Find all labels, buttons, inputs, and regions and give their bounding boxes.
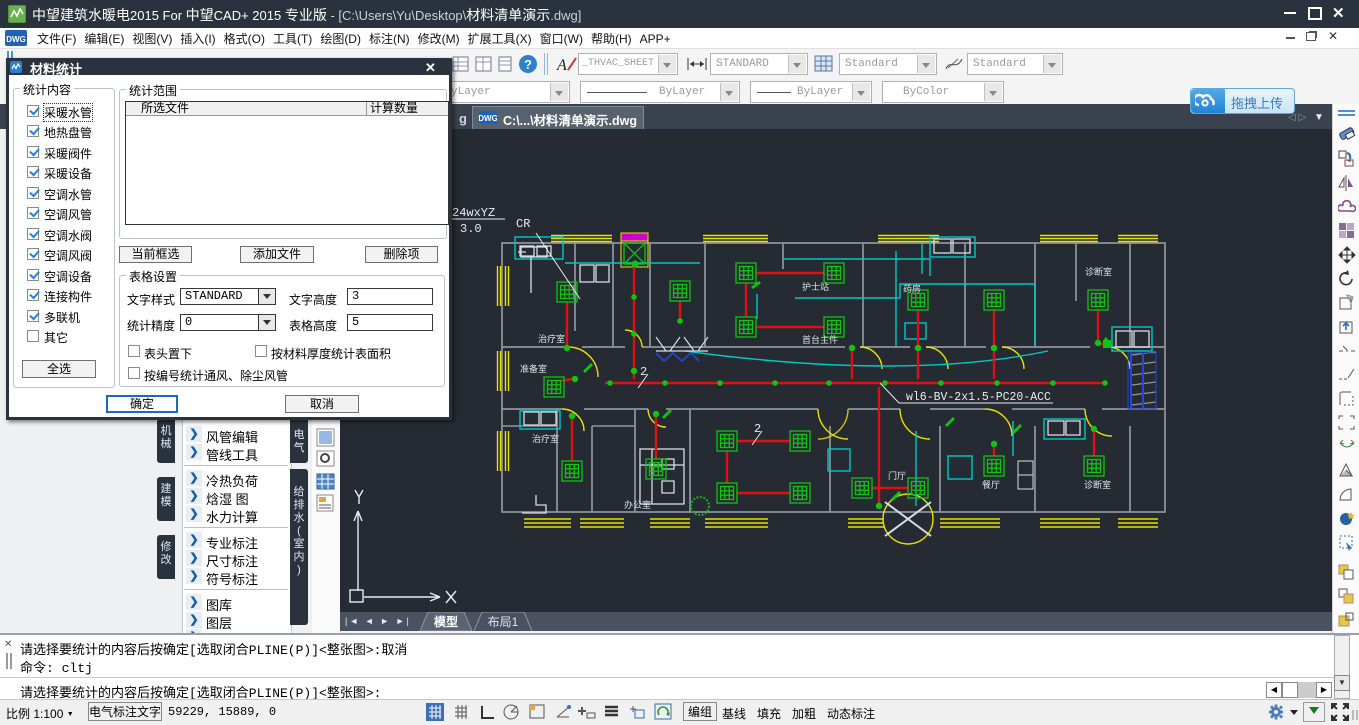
svg-text:wl6-BV-2x1.5-PC20-ACC: wl6-BV-2x1.5-PC20-ACC xyxy=(906,391,1051,404)
svg-text:护士站: 护士站 xyxy=(802,281,829,292)
svg-text:诊断室: 诊断室 xyxy=(1084,479,1111,490)
svg-text:?: ? xyxy=(524,57,532,72)
svg-text:CR: CR xyxy=(516,217,530,231)
svg-text:3.0: 3.0 xyxy=(460,222,482,236)
svg-text:门厅: 门厅 xyxy=(888,470,906,481)
svg-text:首台主件: 首台主件 xyxy=(802,334,838,345)
svg-text:药房: 药房 xyxy=(903,283,921,294)
svg-text:餐厅: 餐厅 xyxy=(982,479,1000,490)
svg-text:布局1: 布局1 xyxy=(488,615,519,629)
svg-text:治疗室: 治疗室 xyxy=(532,433,559,444)
svg-text:DWG: DWG xyxy=(479,114,497,123)
svg-text:24wxYZ: 24wxYZ xyxy=(452,206,495,220)
svg-text:治疗室: 治疗室 xyxy=(538,333,565,344)
svg-text:办公室: 办公室 xyxy=(624,499,651,510)
svg-text:DWG: DWG xyxy=(6,35,26,44)
svg-text:准备室: 准备室 xyxy=(520,363,547,374)
svg-text:模型: 模型 xyxy=(434,614,458,629)
svg-text:A: A xyxy=(556,57,567,74)
svg-text:诊断室: 诊断室 xyxy=(1085,266,1112,277)
